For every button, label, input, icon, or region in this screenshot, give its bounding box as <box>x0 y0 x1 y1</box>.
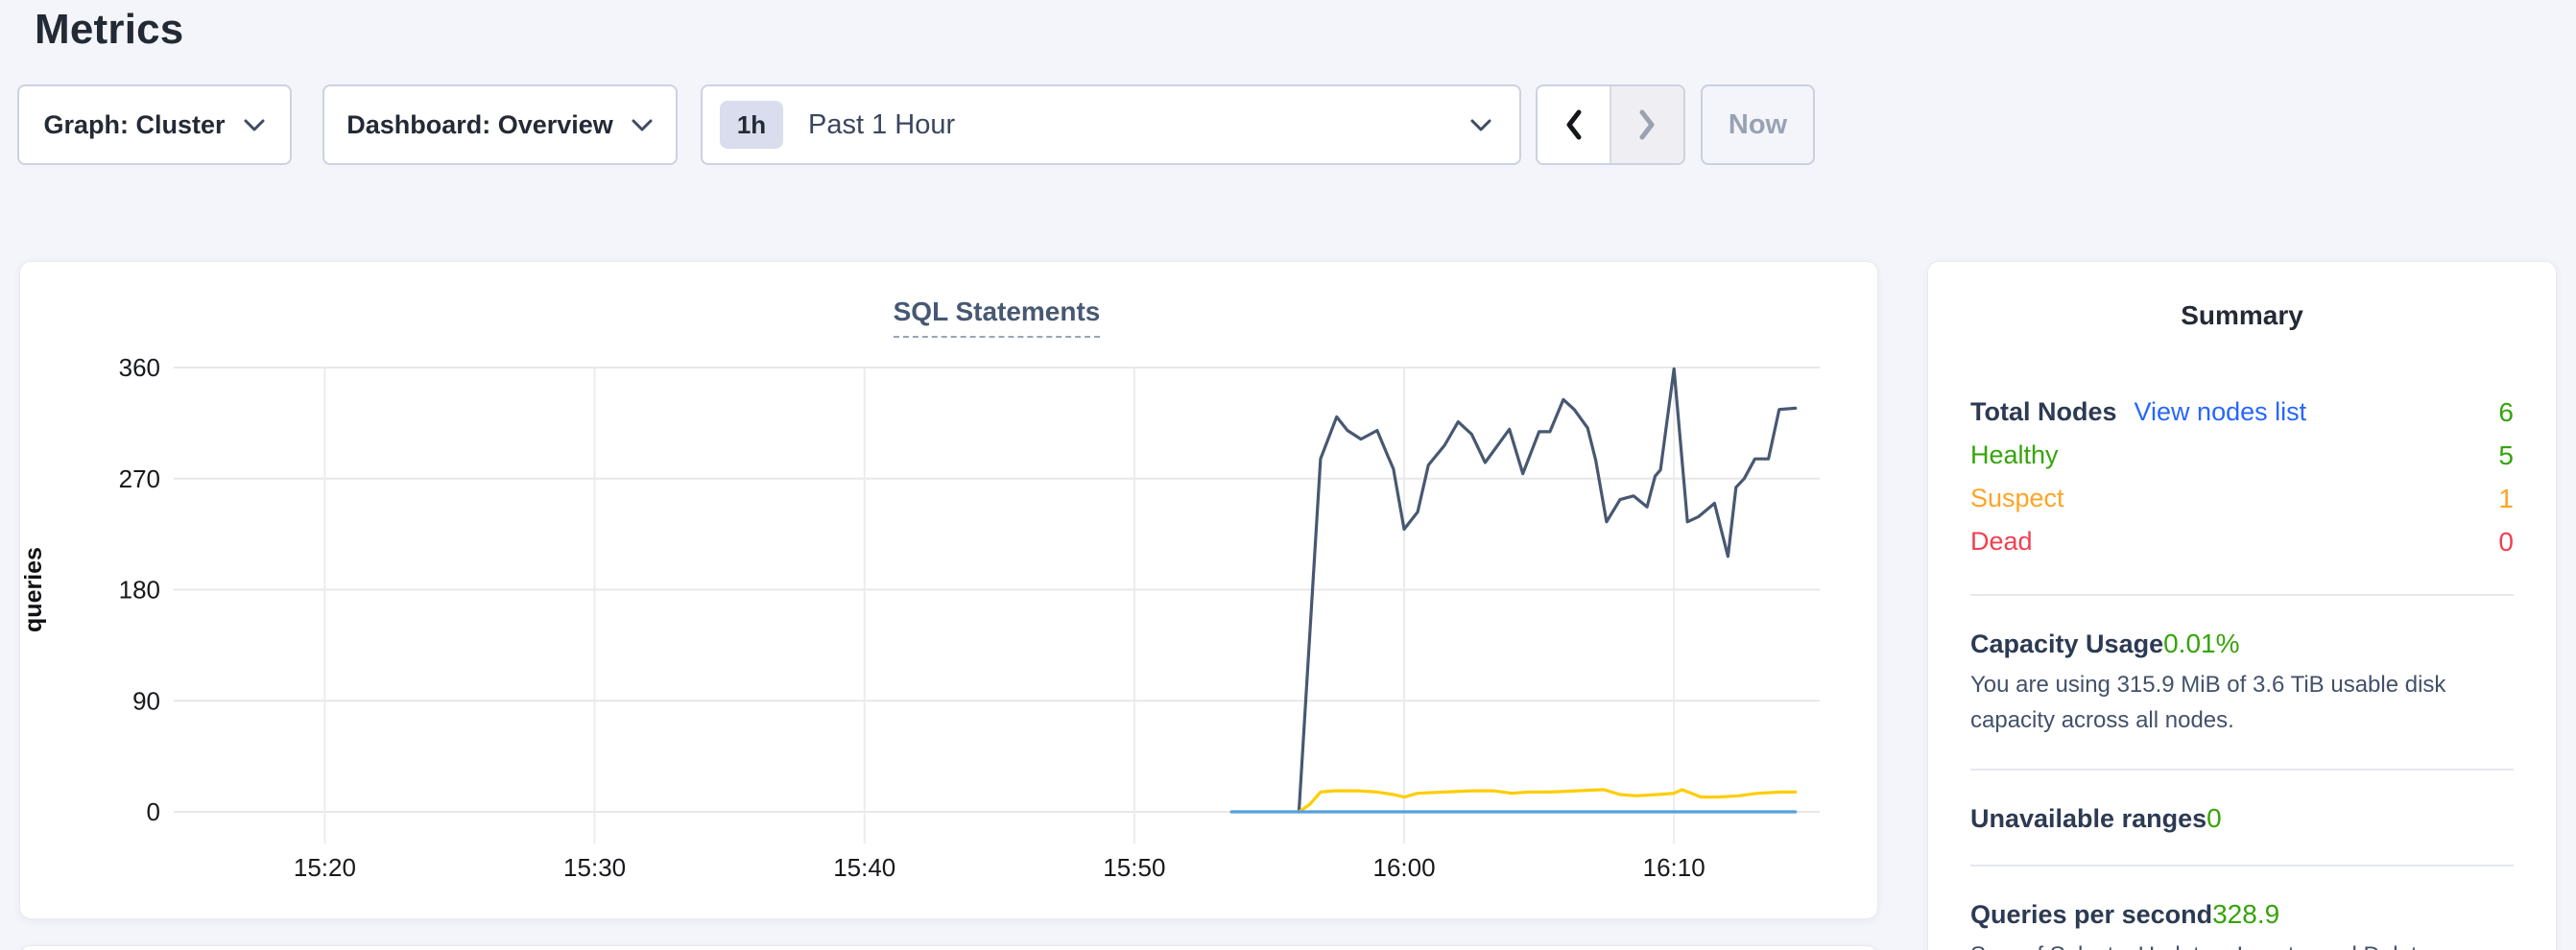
chevron-right-icon <box>1636 108 1658 141</box>
time-range-label: Past 1 Hour <box>808 109 1444 141</box>
chevron-down-icon <box>631 118 654 132</box>
sql-statements-chart[interactable]: 0 90 180 270 360 15:20 15:30 15:40 15:50 16:00 16:… <box>20 262 1879 920</box>
x-tick-label: 16:00 <box>1372 853 1435 882</box>
total-nodes-row: Total Nodes View nodes list 6 <box>1970 391 2514 434</box>
dead-value: 0 <box>2498 527 2514 558</box>
y-tick-label: 0 <box>147 797 160 826</box>
view-nodes-list-link[interactable]: View nodes list <box>2135 397 2307 427</box>
suspect-value: 1 <box>2498 484 2514 514</box>
series-line-yellow <box>1299 790 1795 812</box>
chart-title[interactable]: SQL Statements <box>894 297 1101 338</box>
graph-scope-label: Graph: Cluster <box>43 110 225 140</box>
next-chart-card-edge <box>19 945 1878 950</box>
node-status-rows: Total Nodes View nodes list 6 Healthy 5 … <box>1970 391 2514 563</box>
divider <box>1970 865 2514 867</box>
chevron-down-icon <box>243 118 266 132</box>
y-tick-label: 90 <box>132 686 160 715</box>
chevron-left-icon <box>1563 108 1585 141</box>
shift-right-button[interactable] <box>1611 86 1683 163</box>
healthy-value: 5 <box>2498 440 2514 471</box>
x-tick-label: 15:30 <box>563 853 626 882</box>
total-nodes-value: 6 <box>2498 397 2514 428</box>
dead-label: Dead <box>1970 527 2033 557</box>
queries-per-second-row: Queries per second 328.9 <box>1970 899 2514 930</box>
y-tick-label: 270 <box>119 464 160 493</box>
time-range-badge: 1h <box>720 101 783 149</box>
queries-per-second-value: 328.9 <box>2212 899 2279 930</box>
x-tick-label: 15:40 <box>833 853 895 882</box>
chevron-down-icon <box>1469 118 1492 132</box>
chart-title-wrap: SQL Statements <box>174 297 1820 338</box>
y-tick-label: 360 <box>119 353 160 382</box>
suspect-label: Suspect <box>1970 484 2064 513</box>
suspect-nodes-row: Suspect 1 <box>1970 477 2514 520</box>
page-title: Metrics <box>35 6 183 54</box>
queries-per-second-label: Queries per second <box>1970 900 2212 930</box>
capacity-usage-label: Capacity Usage <box>1970 629 2163 659</box>
x-tick-label: 15:50 <box>1103 853 1165 882</box>
divider <box>1970 594 2514 596</box>
total-nodes-label: Total Nodes <box>1970 397 2117 427</box>
healthy-label: Healthy <box>1970 440 2059 470</box>
now-button[interactable]: Now <box>1701 84 1815 165</box>
capacity-usage-description: You are using 315.9 MiB of 3.6 TiB usabl… <box>1970 667 2514 738</box>
queries-per-second-description: Sum of Selects, Updates, Inserts, and De… <box>1970 938 2514 950</box>
unavailable-ranges-row: Unavailable ranges 0 <box>1970 803 2514 834</box>
time-range-selector[interactable]: 1h Past 1 Hour <box>701 84 1521 165</box>
graph-scope-dropdown[interactable]: Graph: Cluster <box>17 84 292 165</box>
dead-nodes-row: Dead 0 <box>1970 520 2514 563</box>
x-tick-label: 15:20 <box>294 853 356 882</box>
y-tick-label: 180 <box>119 576 160 605</box>
unavailable-ranges-value: 0 <box>2206 803 2222 834</box>
x-tick-label: 16:10 <box>1643 853 1705 882</box>
capacity-usage-value: 0.01% <box>2163 629 2239 659</box>
capacity-usage-row: Capacity Usage 0.01% <box>1970 629 2514 659</box>
unavailable-ranges-label: Unavailable ranges <box>1970 804 2206 834</box>
sql-statements-chart-card: 0 90 180 270 360 15:20 15:30 15:40 15:50 16:00 16:… <box>19 261 1878 919</box>
time-shift-button-group <box>1536 84 1685 165</box>
dashboard-label: Dashboard: Overview <box>346 110 613 140</box>
shift-left-button[interactable] <box>1538 86 1610 163</box>
summary-title: Summary <box>1970 300 2514 331</box>
healthy-nodes-row: Healthy 5 <box>1970 434 2514 477</box>
summary-panel: Summary Total Nodes View nodes list 6 He… <box>1927 261 2557 950</box>
dashboard-dropdown[interactable]: Dashboard: Overview <box>322 84 678 165</box>
divider <box>1970 769 2514 771</box>
